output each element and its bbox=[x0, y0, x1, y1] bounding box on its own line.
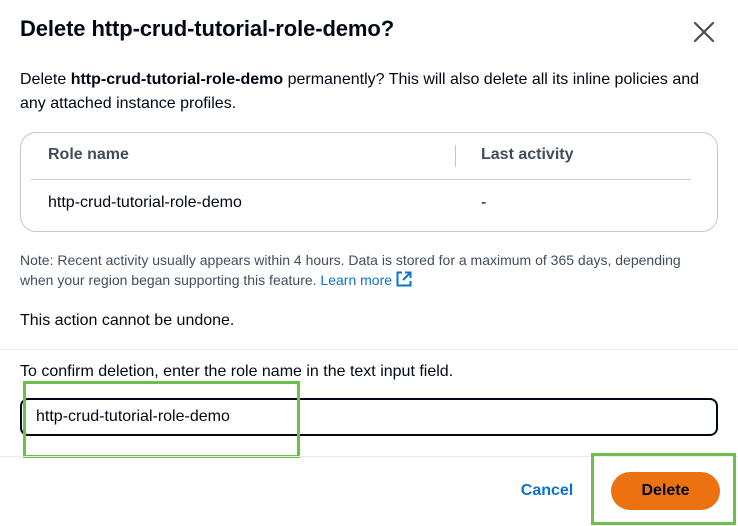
confirm-label: To confirm deletion, enter the role name… bbox=[20, 363, 454, 380]
dialog-title: Delete http-crud-tutorial-role-demo? bbox=[20, 16, 395, 41]
delete-role-dialog: Delete http-crud-tutorial-role-demo? Del… bbox=[0, 0, 738, 526]
cell-role-name: http-crud-tutorial-role-demo bbox=[48, 194, 242, 211]
cancel-button[interactable]: Cancel bbox=[508, 474, 586, 508]
confirm-role-name-input[interactable] bbox=[20, 398, 718, 436]
description-prefix: Delete bbox=[20, 71, 71, 88]
learn-more-link[interactable]: Learn more bbox=[320, 271, 413, 288]
column-divider bbox=[455, 145, 456, 167]
column-header-last-activity: Last activity bbox=[481, 146, 574, 163]
dialog-description: Delete http-crud-tutorial-role-demo perm… bbox=[20, 68, 710, 116]
cell-last-activity: - bbox=[481, 194, 487, 211]
activity-note: Note: Recent activity usually appears wi… bbox=[20, 250, 710, 290]
external-link-icon bbox=[396, 271, 412, 287]
learn-more-label: Learn more bbox=[320, 272, 393, 288]
description-role-name: http-crud-tutorial-role-demo bbox=[70, 71, 284, 88]
section-divider-bottom bbox=[0, 456, 738, 457]
role-table: Role name Last activity http-crud-tutori… bbox=[20, 132, 718, 232]
delete-button[interactable]: Delete bbox=[611, 472, 720, 510]
header-divider bbox=[31, 179, 691, 180]
column-header-role-name: Role name bbox=[48, 146, 129, 163]
close-button[interactable] bbox=[690, 18, 718, 46]
section-divider-top bbox=[0, 349, 738, 350]
close-icon bbox=[693, 21, 715, 43]
irreversible-warning: This action cannot be undone. bbox=[20, 312, 235, 329]
